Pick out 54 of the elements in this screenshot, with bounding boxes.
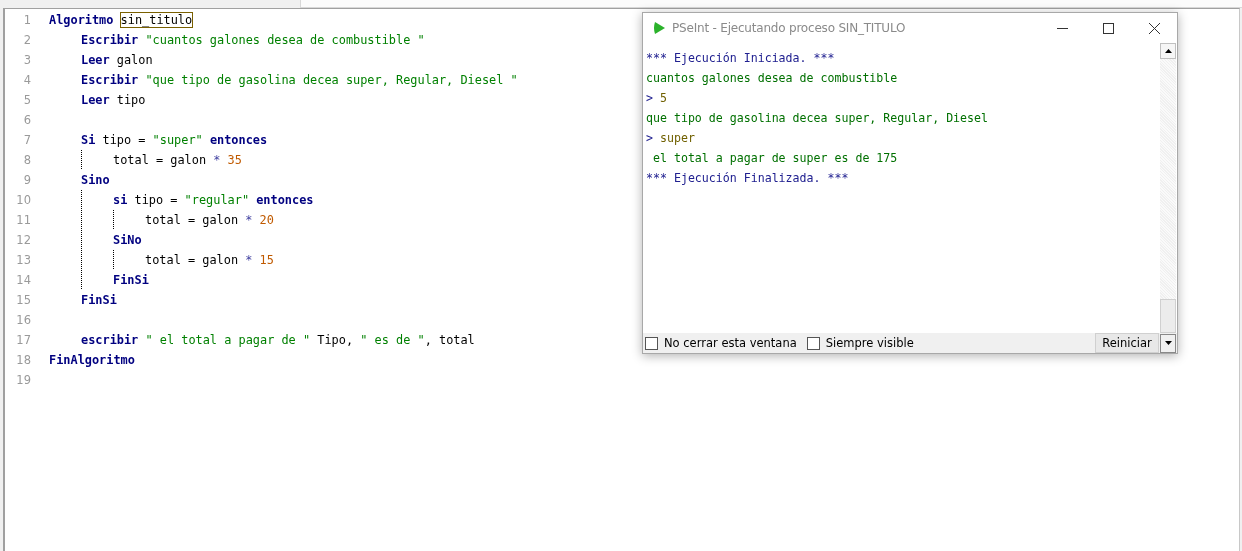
line-number: 4 [22,73,31,87]
line-number: 19 [15,373,31,387]
code-line: si tipo = "regular" entonces [113,192,314,208]
line-number: 10 [15,193,31,207]
line-number: 6 [22,113,31,127]
code-line: FinAlgoritmo [49,352,135,368]
code-line: total = galon * 15 [145,252,274,268]
console-line: *** Ejecución Finalizada. *** [646,170,849,187]
restart-button[interactable]: Reiniciar [1095,333,1159,353]
console-line: que tipo de gasolina decea super, Regular, Diesel [646,110,989,127]
console-line: > super [646,130,695,147]
console-line: *** Ejecución Iniciada. *** [646,50,835,67]
scroll-down-icon [1164,341,1172,345]
scroll-up-icon[interactable] [1164,49,1172,53]
code-line: SiNo [113,232,142,248]
console-line: cuantos galones desea de combustible [646,70,898,87]
line-number: 16 [15,313,31,327]
line-number: 12 [15,233,31,247]
code-line: Sino [81,172,110,188]
code-line: Escribir "cuantos galones desea de combustible " [81,32,425,48]
code-line: total = galon * 20 [145,212,274,228]
line-number: 18 [15,353,31,367]
console-line: el total a pagar de super es de 175 [651,150,898,167]
line-number: 8 [22,153,31,167]
line-number: 7 [22,133,31,147]
code-line: FinSi [81,292,117,308]
line-number: 3 [22,53,31,67]
code-line: Si tipo = "super" entonces [81,132,268,148]
app-logo-icon [652,21,666,35]
close-icon [1148,22,1160,34]
code-line: Algoritmo sin_titulo [49,12,193,28]
code-line: Leer tipo [81,92,146,108]
code-line: escribir " el total a pagar de " Tipo, " es de ", total [81,332,475,348]
checkbox-option[interactable]: Siempre visible [806,336,914,350]
line-number: 14 [15,273,31,287]
line-number: 13 [15,253,31,267]
line-number: 17 [15,333,31,347]
checkbox-option[interactable]: No cerrar esta ventana [645,336,797,350]
line-number: 9 [22,173,31,187]
code-line: total = galon * 35 [113,152,242,168]
maximize-icon [1102,22,1114,34]
code-line: FinSi [113,272,149,288]
line-number: 11 [15,213,31,227]
scroll-down-button[interactable] [1160,333,1176,353]
window-title: PSeInt - Ejecutando proceso SIN_TITULO [672,21,907,35]
line-number: 1 [22,13,31,27]
scroll-thumb[interactable] [1160,299,1176,333]
line-number: 5 [22,93,31,107]
line-number: 15 [15,293,31,307]
scrollbar[interactable] [1160,43,1176,333]
line-number: 2 [22,33,31,47]
code-line: Escribir "que tipo de gasolina decea super, Regular, Diesel " [81,72,518,88]
console-line: > 5 [646,90,667,107]
code-line: Leer galon [81,52,153,68]
